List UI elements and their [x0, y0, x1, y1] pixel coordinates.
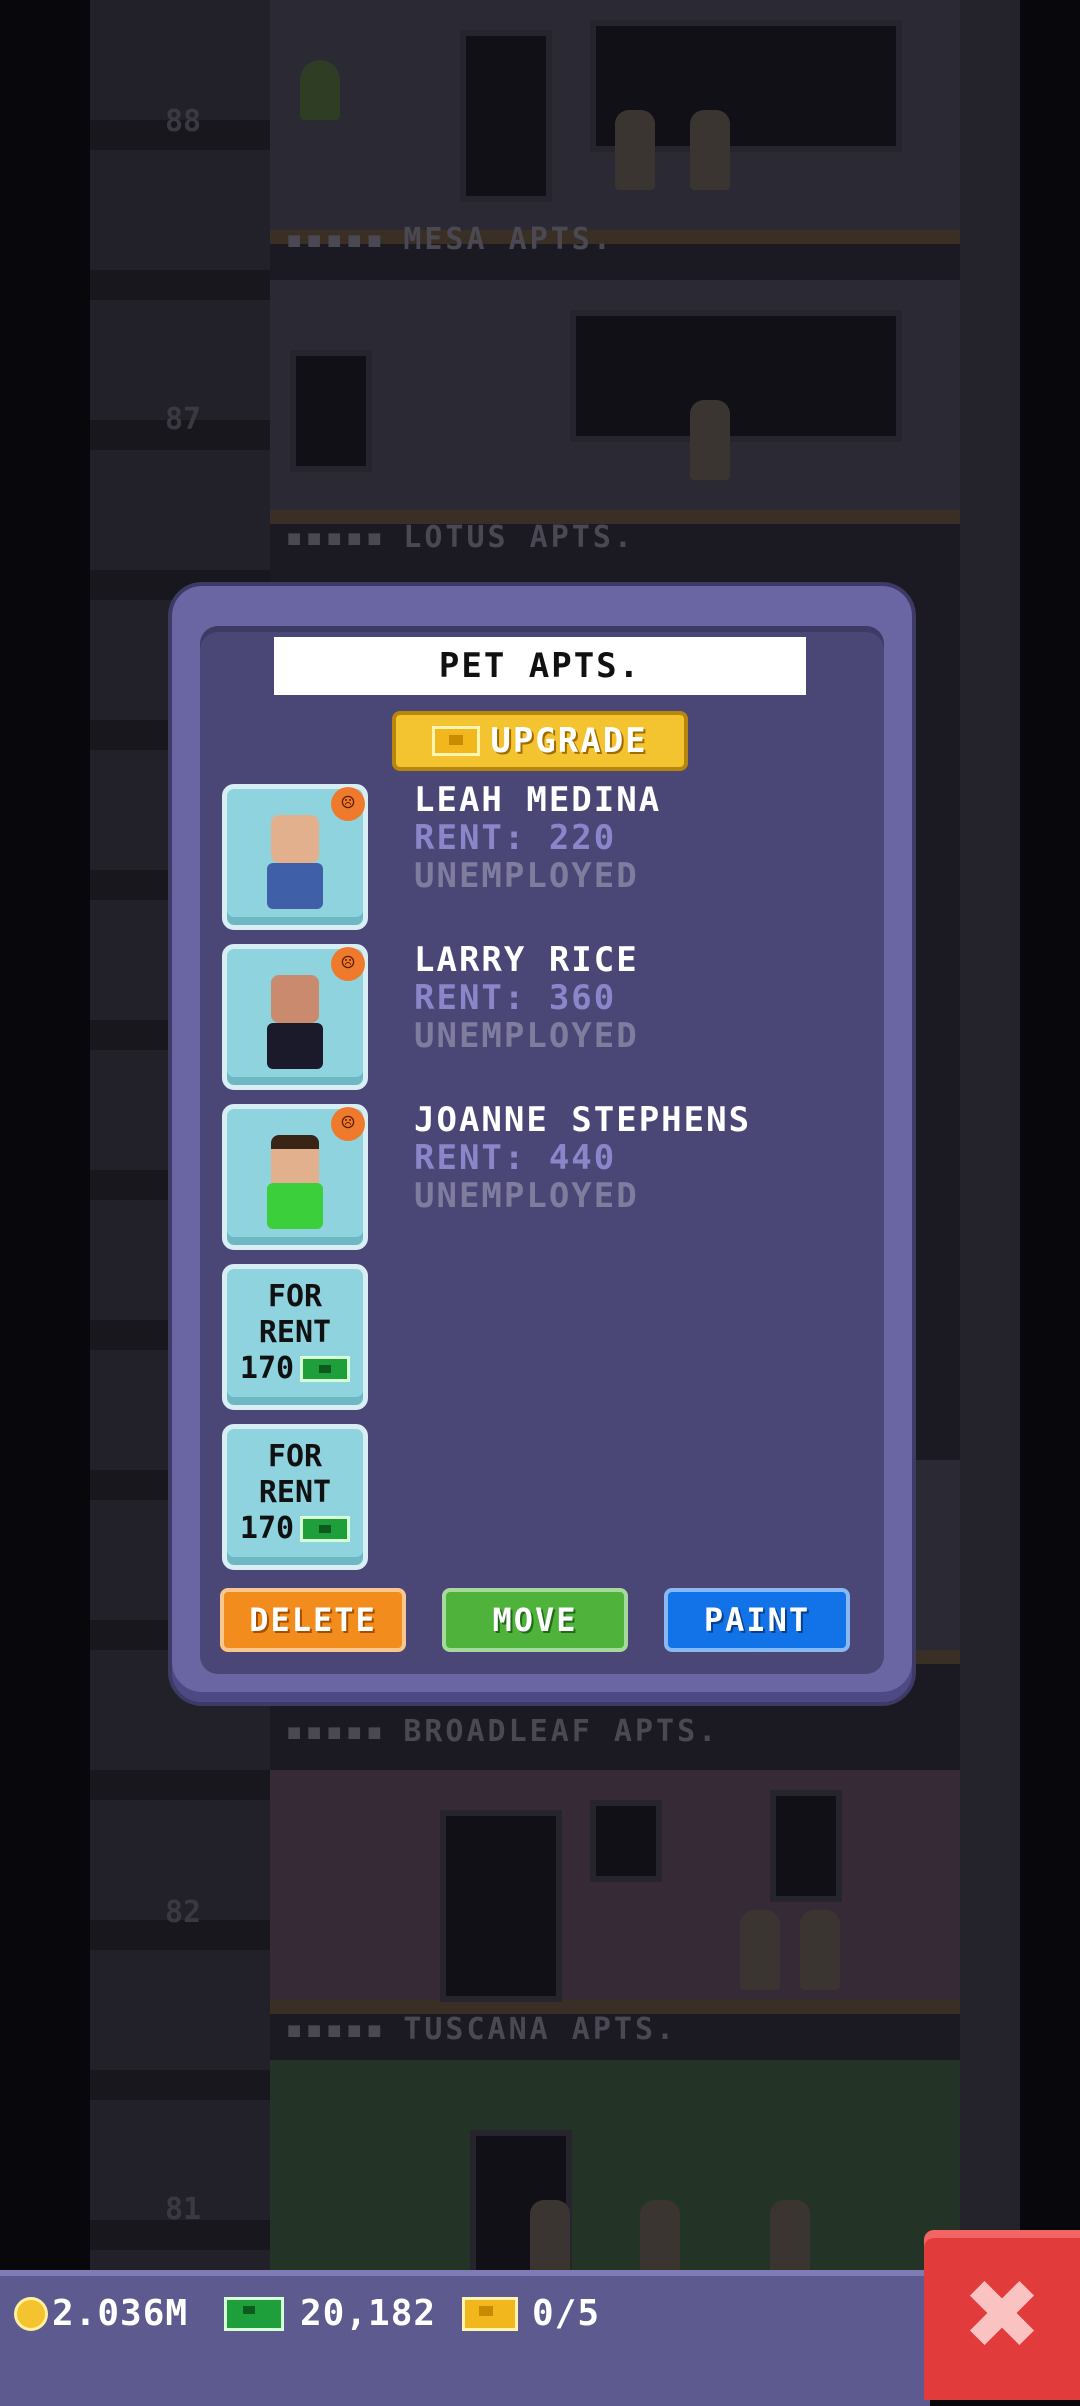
floor-label: ▪▪▪▪▪ BROADLEAF APTS.	[285, 1714, 720, 1749]
sad-face-icon: ☹	[331, 1107, 365, 1141]
close-icon: ✖	[961, 2259, 1043, 2371]
tenant-avatar-slot[interactable]: ☹	[222, 944, 368, 1090]
floor-shelf	[290, 350, 372, 472]
floor-label: ▪▪▪▪▪ MESA APTS.	[285, 222, 614, 257]
floor-door	[460, 30, 552, 202]
tenant-avatar-body	[267, 863, 323, 909]
plant-icon	[300, 60, 340, 120]
tenant-rent: RENT: 220	[414, 818, 617, 858]
sad-face-icon: ☹	[331, 787, 365, 821]
gold-bux-icon	[432, 726, 481, 756]
floor-number: 82	[165, 1895, 202, 1930]
floor-broadleaf-apts[interactable]	[270, 1770, 960, 2014]
tenant-rent: RENT: 440	[414, 1138, 617, 1178]
floor-rating-icon: ▪▪▪▪▪	[285, 1714, 386, 1749]
wall-picture	[590, 1800, 662, 1882]
resident-figure	[800, 1910, 840, 1990]
floor-number: 87	[165, 402, 202, 437]
for-rent-label: FOR	[267, 1279, 323, 1314]
for-rent-label: RENT	[258, 1315, 332, 1350]
apartment-title[interactable]: PET APTS.	[274, 637, 806, 695]
tenant-avatar-body	[267, 1183, 323, 1229]
upgrade-label: UPGRADE	[490, 721, 648, 761]
move-button[interactable]: MOVE	[442, 1588, 628, 1652]
floor-rating-icon: ▪▪▪▪▪	[285, 2012, 386, 2047]
resident-figure	[640, 2200, 680, 2280]
vacancy-slot[interactable]: FOR RENT 170	[222, 1264, 368, 1410]
paint-button[interactable]: PAINT	[664, 1588, 850, 1652]
floor-label: ▪▪▪▪▪ LOTUS APTS.	[285, 520, 635, 555]
wall-picture	[770, 1790, 842, 1902]
floor-label: ▪▪▪▪▪ TUSCANA APTS.	[285, 2012, 678, 2047]
resident-figure	[690, 110, 730, 190]
gold-bux-value: 0/5	[532, 2293, 601, 2334]
vacancy-price: 170	[239, 1511, 295, 1546]
floor-mesa-apts[interactable]	[270, 0, 960, 244]
bux-cash-stat: 20,182	[224, 2293, 436, 2334]
coin-icon	[14, 2296, 48, 2331]
resident-figure	[690, 400, 730, 480]
sad-face-icon: ☹	[331, 947, 365, 981]
tenant-avatar-body	[267, 1023, 323, 1069]
status-bar	[0, 2270, 930, 2406]
tower-right-wall	[960, 0, 1020, 2290]
tenant-name: JOANNE STEPHENS	[414, 1100, 752, 1140]
floor-door	[440, 1810, 562, 2002]
floor-number: 88	[165, 104, 202, 139]
gold-bux-icon	[462, 2296, 518, 2331]
coins-stat: 2.036M	[14, 2293, 188, 2334]
tenant-name: LEAH MEDINA	[414, 780, 662, 820]
floor-lotus-apts[interactable]	[270, 280, 960, 524]
tenant-name: LARRY RICE	[414, 940, 639, 980]
for-rent-label: FOR	[267, 1439, 323, 1474]
tenant-job: UNEMPLOYED	[414, 856, 639, 896]
resident-figure	[740, 1910, 780, 1990]
bux-cash-value: 20,182	[300, 2293, 437, 2334]
tenant-avatar-head	[271, 815, 319, 863]
floor-tuscana-apts[interactable]	[270, 2060, 960, 2304]
vacancy-price: 170	[239, 1351, 295, 1386]
tenant-avatar-slot[interactable]: ☹	[222, 784, 368, 930]
tenant-rent: RENT: 360	[414, 978, 617, 1018]
vacancy-slot[interactable]: FOR RENT 170	[222, 1424, 368, 1570]
coins-value: 2.036M	[52, 2293, 189, 2334]
tenant-avatar-slot[interactable]: ☹	[222, 1104, 368, 1250]
floor-number: 81	[165, 2192, 202, 2227]
resident-figure	[615, 110, 655, 190]
tenant-avatar-head	[271, 975, 319, 1023]
tenant-job: UNEMPLOYED	[414, 1016, 639, 1056]
for-rent-label: RENT	[258, 1475, 332, 1510]
floor-rating-icon: ▪▪▪▪▪	[285, 222, 386, 257]
cash-bux-icon	[300, 1356, 351, 1382]
floor-rating-icon: ▪▪▪▪▪	[285, 520, 386, 555]
resident-figure	[770, 2200, 810, 2280]
cash-bux-icon	[224, 2296, 284, 2331]
cash-bux-icon	[300, 1516, 351, 1542]
tenant-job: UNEMPLOYED	[414, 1176, 639, 1216]
delete-button[interactable]: DELETE	[220, 1588, 406, 1652]
resident-figure	[530, 2200, 570, 2280]
close-button[interactable]: ✖	[924, 2230, 1080, 2400]
upgrade-button[interactable]: UPGRADE	[392, 711, 688, 771]
gold-bux-stat: 0/5	[462, 2293, 600, 2334]
floor-window	[570, 310, 902, 442]
